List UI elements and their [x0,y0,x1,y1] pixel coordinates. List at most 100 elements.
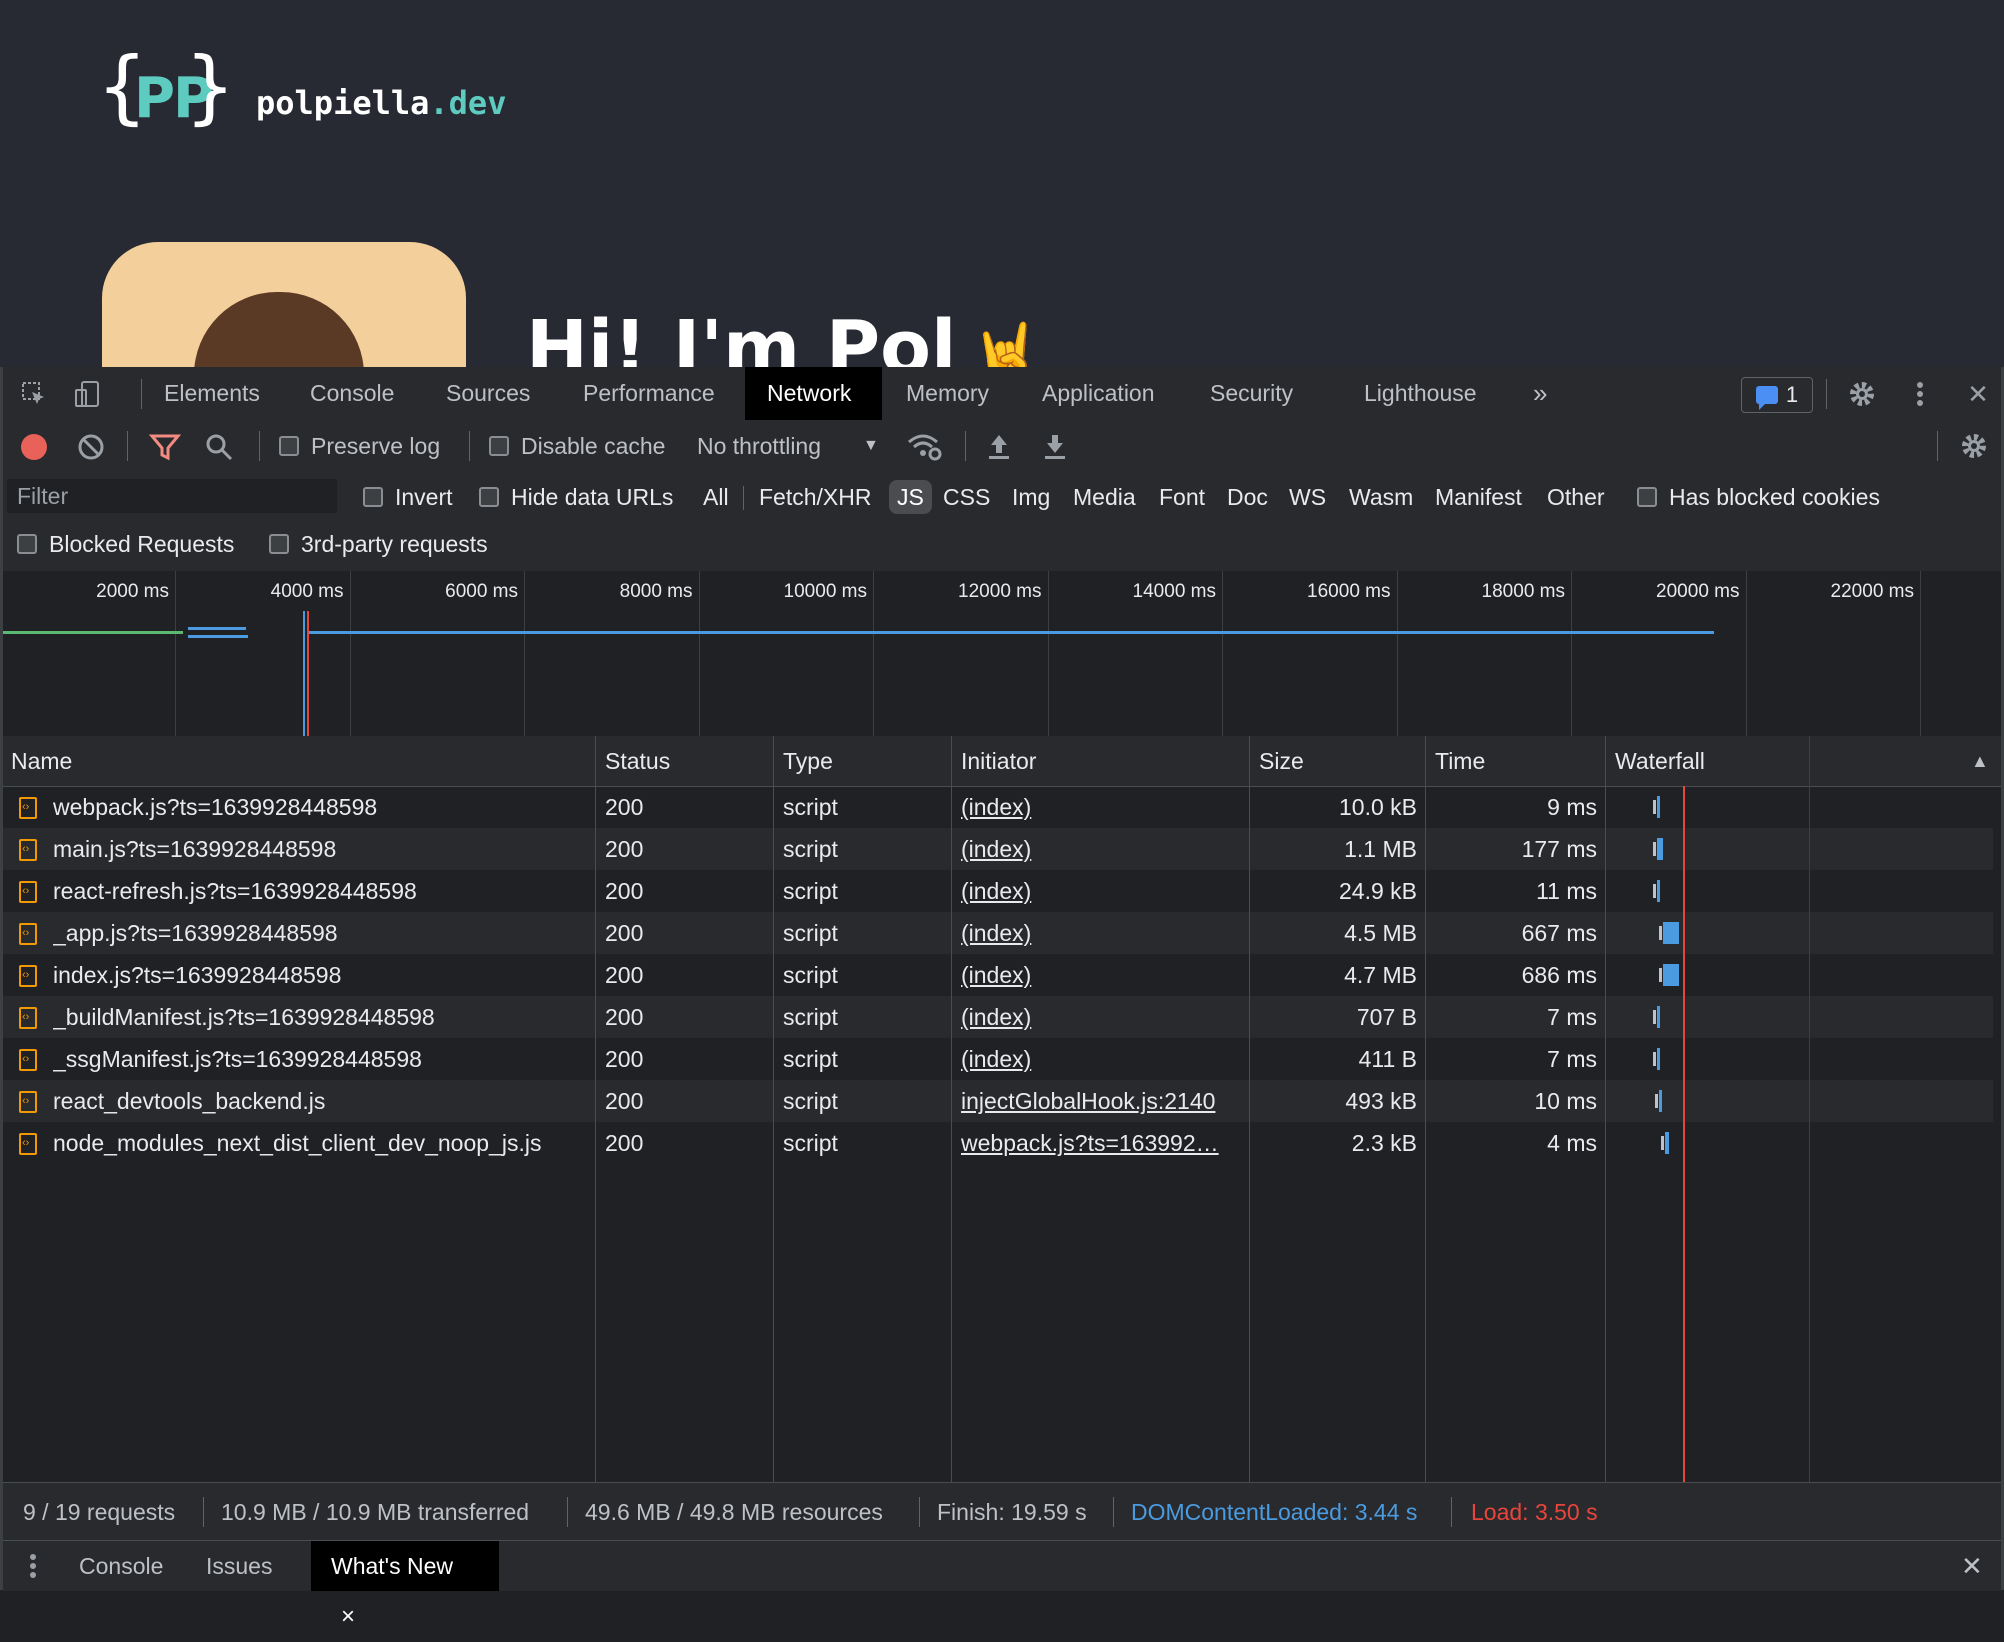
request-name[interactable]: _app.js?ts=1639928448598 [53,912,593,954]
more-options-icon[interactable] [1905,379,1935,409]
drawer-menu-icon[interactable] [29,1553,37,1585]
disable-cache-checkbox[interactable]: Disable cache [489,431,665,461]
tab-sources[interactable]: Sources [424,367,552,420]
third-party-requests-checkbox[interactable]: 3rd-party requests [269,528,488,560]
device-toolbar-icon[interactable] [73,379,103,409]
tab-security[interactable]: Security [1188,367,1315,420]
waterfall-waiting-bar [1653,1052,1656,1066]
drawer-tab-issues[interactable]: Issues [186,1541,292,1591]
filter-type-fetch-xhr[interactable]: Fetch/XHR [751,480,879,514]
request-initiator-link[interactable]: (index) [961,1038,1241,1080]
filter-type-manifest[interactable]: Manifest [1427,480,1530,514]
tab-performance[interactable]: Performance [561,367,737,420]
network-overview[interactable]: 2000 ms 4000 ms 6000 ms 8000 ms 10000 ms 1200… [3,571,2001,738]
close-drawer-icon[interactable]: ✕ [1961,1541,1983,1591]
tab-memory[interactable]: Memory [884,367,1011,420]
filter-type-doc[interactable]: Doc [1219,480,1276,514]
filter-type-css[interactable]: CSS [935,480,998,514]
table-row[interactable]: _ssgManifest.js?ts=1639928448598 200 scrip… [3,1038,1993,1080]
preserve-log-label: Preserve log [311,432,441,459]
column-size[interactable]: Size [1251,736,1427,786]
invert-checkbox[interactable]: Invert [363,481,453,513]
drawer-tab-whats-new[interactable]: What's New × [311,1541,499,1630]
table-row[interactable]: react_devtools_backend.js 200 script inject… [3,1080,1993,1122]
network-conditions-icon[interactable] [907,432,943,468]
request-initiator-link[interactable]: injectGlobalHook.js:2140 [961,1080,1241,1122]
has-blocked-cookies-label: Has blocked cookies [1669,483,1880,510]
overview-tick-label: 10000 ms [783,581,867,602]
blocked-requests-checkbox[interactable]: Blocked Requests [17,528,234,560]
inspect-element-icon[interactable] [19,379,49,409]
export-har-icon[interactable] [1041,432,1069,466]
request-name[interactable]: webpack.js?ts=1639928448598 [53,786,593,828]
request-initiator-link[interactable]: (index) [961,870,1241,912]
request-name[interactable]: index.js?ts=1639928448598 [53,954,593,996]
filter-type-all[interactable]: All [695,480,737,514]
request-initiator-link[interactable]: (index) [961,996,1241,1038]
filter-type-wasm[interactable]: Wasm [1341,480,1421,514]
column-time[interactable]: Time [1427,736,1605,786]
request-status: 200 [605,1046,644,1072]
request-size: 1.1 MB [1344,836,1417,862]
filter-type-img[interactable]: Img [1004,480,1058,514]
tab-application[interactable]: Application [1020,367,1177,420]
site-logo-text[interactable]: polpiella.dev [256,84,506,122]
request-name[interactable]: main.js?ts=1639928448598 [53,828,593,870]
request-time: 10 ms [1534,1088,1597,1114]
column-type[interactable]: Type [775,736,951,786]
hide-data-urls-checkbox[interactable]: Hide data URLs [479,481,673,513]
request-name[interactable]: react_devtools_backend.js [53,1080,593,1122]
column-status[interactable]: Status [597,736,773,786]
column-waterfall[interactable]: Waterfall [1607,736,1987,786]
table-row[interactable]: _buildManifest.js?ts=1639928448598 200 scr… [3,996,1993,1038]
filter-icon[interactable] [148,433,182,467]
overview-tick-label: 18000 ms [1481,581,1565,602]
search-icon[interactable] [205,433,233,467]
waterfall-bar [1657,838,1663,860]
table-row[interactable]: main.js?ts=1639928448598 200 script (index)… [3,828,1993,870]
filter-type-font[interactable]: Font [1151,480,1213,514]
sort-ascending-icon[interactable]: ▲ [1963,736,1993,786]
record-button[interactable] [21,434,47,460]
tab-lighthouse[interactable]: Lighthouse [1342,367,1499,420]
request-initiator-link[interactable]: (index) [961,786,1241,828]
request-initiator-link[interactable]: (index) [961,954,1241,996]
filter-type-ws[interactable]: WS [1281,480,1334,514]
filter-type-other[interactable]: Other [1539,480,1613,514]
filter-type-js[interactable]: JS [889,480,932,514]
filter-type-media[interactable]: Media [1065,480,1144,514]
issues-badge[interactable]: 1 [1741,377,1813,413]
column-initiator[interactable]: Initiator [953,736,1249,786]
import-har-icon[interactable] [985,432,1013,466]
drawer-tab-console[interactable]: Console [59,1541,183,1591]
tab-console[interactable]: Console [288,367,416,420]
settings-gear-icon[interactable] [1847,379,1877,409]
column-name[interactable]: Name [3,736,595,786]
table-row[interactable]: webpack.js?ts=1639928448598 200 script (ind… [3,786,1993,828]
overview-tick-label: 22000 ms [1830,581,1914,602]
clear-icon[interactable] [77,433,105,467]
network-settings-gear-icon[interactable] [1959,431,1989,467]
filter-input[interactable]: Filter [7,479,337,513]
request-initiator-link[interactable]: webpack.js?ts=163992… [961,1122,1241,1164]
preserve-log-checkbox[interactable]: Preserve log [279,431,440,461]
more-tabs-icon[interactable]: » [1511,367,1569,420]
close-tab-icon[interactable]: × [341,1603,355,1630]
has-blocked-cookies-checkbox[interactable]: Has blocked cookies [1637,481,1880,513]
request-table: Name Status Type Initiator Size Time Wat… [3,736,2001,1482]
table-row[interactable]: index.js?ts=1639928448598 200 script (index… [3,954,1993,996]
overview-gridline [1745,571,1747,736]
table-row[interactable]: react-refresh.js?ts=1639928448598 200 scri… [3,870,1993,912]
request-name[interactable]: _buildManifest.js?ts=1639928448598 [53,996,593,1038]
table-row[interactable]: _app.js?ts=1639928448598 200 script (index)… [3,912,1993,954]
request-name[interactable]: node_modules_next_dist_client_dev_noop_j… [53,1122,593,1164]
request-initiator-link[interactable]: (index) [961,912,1241,954]
request-initiator-link[interactable]: (index) [961,828,1241,870]
table-row[interactable]: node_modules_next_dist_client_dev_noop_j… [3,1122,1993,1164]
throttling-select[interactable]: No throttling ▼ [697,431,879,461]
tab-elements[interactable]: Elements [142,367,282,420]
request-name[interactable]: _ssgManifest.js?ts=1639928448598 [53,1038,593,1080]
close-devtools-icon[interactable]: ✕ [1963,379,1993,409]
tab-network[interactable]: Network [745,367,882,420]
request-name[interactable]: react-refresh.js?ts=1639928448598 [53,870,593,912]
